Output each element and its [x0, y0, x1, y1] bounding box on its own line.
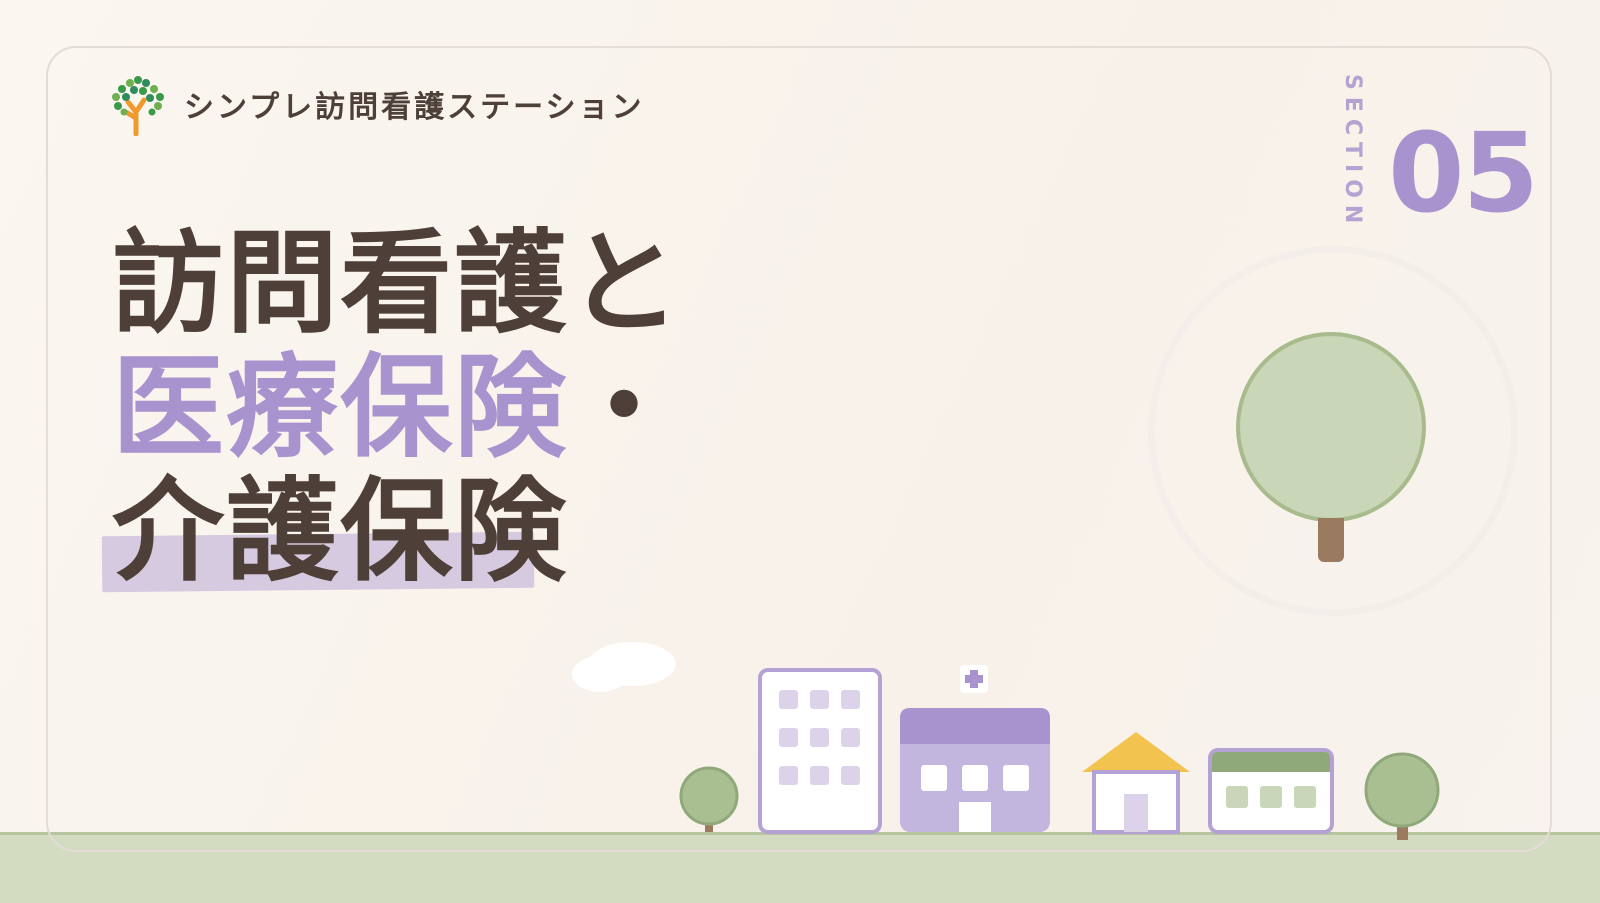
title-line-3: 介護保険 [112, 467, 568, 597]
brand-name: シンプレ訪問看護ステーション [184, 90, 645, 125]
title-line-1: 訪問看護と [112, 219, 682, 349]
tree-logo-icon [112, 76, 164, 136]
cloud-icon [572, 642, 676, 692]
page-title: 訪問看護と 医療保険・ 介護保険 [112, 222, 682, 594]
title-line-2-dot: ・ [568, 343, 682, 473]
section-number: 05 [1388, 109, 1539, 237]
brand: シンプレ訪問看護ステーション [108, 72, 645, 136]
large-tree-trunk [1318, 518, 1344, 562]
title-line-2-text: 医療保険 [112, 343, 568, 473]
title-line-2: 医療保険・ [112, 346, 682, 470]
large-tree-icon [1236, 332, 1426, 522]
section-label: SECTION [1340, 74, 1365, 231]
